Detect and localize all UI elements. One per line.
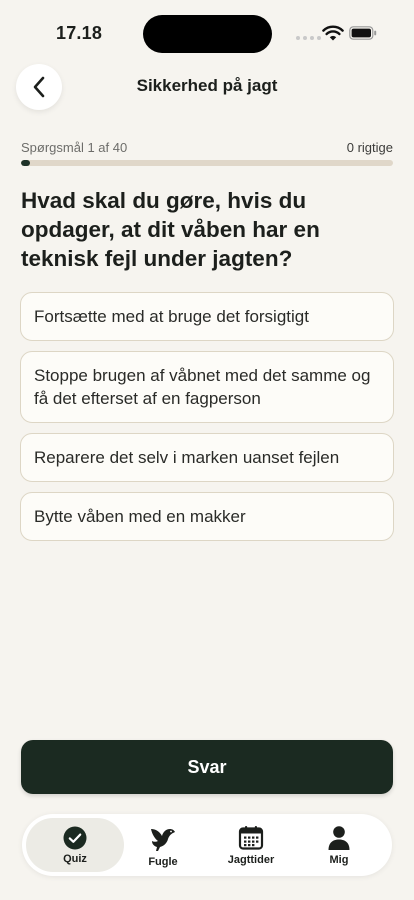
progress-fill — [21, 160, 31, 166]
status-bar: 17.18 — [0, 0, 414, 60]
question-text: Hvad skal du gøre, hvis du opdager, at d… — [21, 188, 320, 271]
tab-label-jagttider: Jagttider — [227, 853, 275, 866]
answer-option-1[interactable]: Fortsætte med at bruge det forsigtigt — [20, 292, 394, 341]
tab-label-fugle: Fugle — [148, 855, 178, 868]
answer-option-2[interactable]: Stoppe brugen af våbnet med det samme og… — [20, 351, 394, 423]
person-icon — [328, 825, 350, 850]
tab-label-quiz: Quiz — [63, 852, 87, 865]
battery-icon — [349, 26, 377, 40]
tab-mig[interactable]: Mig — [312, 814, 366, 876]
wifi-icon — [322, 25, 344, 41]
tab-quiz[interactable]: Quiz — [26, 818, 124, 872]
answer-option-3[interactable]: Reparere det selv i marken uanset fejlen — [20, 433, 394, 482]
check-circle-icon — [63, 826, 87, 849]
answer-option-4[interactable]: Bytte våben med en makker — [20, 492, 394, 541]
page-title: Sikkerhed på jagt — [136, 76, 278, 95]
tab-fugle[interactable]: Fugle — [128, 814, 198, 876]
score-label: 0 rigtige — [346, 140, 393, 155]
progress-label: Spørgsmål 1 af 40 — [21, 140, 128, 155]
tab-label-mig: Mig — [329, 853, 349, 866]
bird-icon — [151, 828, 175, 851]
tab-bar: Quiz Fugle Jagttider Mig — [22, 814, 392, 876]
dynamic-island — [143, 15, 272, 53]
status-time: 17.18 — [56, 23, 103, 43]
tab-jagttider[interactable]: Jagttider — [215, 814, 287, 876]
calendar-icon — [238, 825, 264, 850]
cellular-signal-icon — [296, 36, 321, 40]
answer-list: Fortsætte med at bruge det forsigtigt St… — [20, 292, 394, 541]
submit-answer-button[interactable]: Svar — [21, 740, 393, 794]
progress-bar — [21, 160, 393, 166]
